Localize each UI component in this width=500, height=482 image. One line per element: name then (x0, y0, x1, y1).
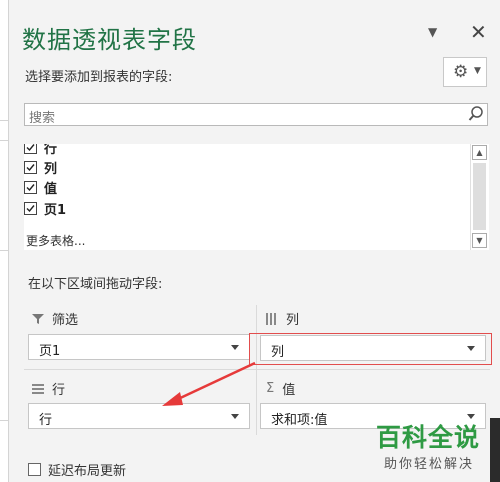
annotation-arrow (162, 361, 256, 406)
values-area-header: Σ 值 (266, 379, 295, 398)
field-checkbox[interactable] (24, 180, 37, 194)
rows-area-header: 行 (32, 379, 65, 398)
field-label: 值 (44, 181, 58, 197)
field-item-row[interactable]: 行 (24, 144, 57, 157)
field-checkbox[interactable] (24, 144, 37, 154)
rows-area-value: 行 (39, 413, 53, 428)
values-area-label: 值 (282, 383, 296, 398)
field-item-page1[interactable]: 页1 (24, 198, 66, 218)
filter-icon (32, 313, 44, 324)
field-item-column[interactable]: 列 (24, 157, 57, 177)
choose-fields-label: 选择要添加到报表的字段: (25, 70, 173, 85)
filter-area-label: 筛选 (52, 313, 79, 328)
columns-area-header: 列 (266, 309, 299, 328)
rows-icon (32, 383, 44, 394)
defer-layout-update[interactable]: 延迟布局更新 (28, 460, 126, 479)
tools-button[interactable]: ⚙ ▼ (443, 57, 487, 87)
watermark-subtitle: 助你轻松解决 (384, 457, 475, 472)
columns-icon (266, 312, 276, 325)
field-label: 列 (44, 161, 58, 177)
field-item-value[interactable]: 值 (24, 177, 57, 197)
field-list-scrollbar[interactable]: ▲ ▼ (470, 144, 489, 250)
dropdown-arrow-icon[interactable] (231, 345, 239, 350)
gear-icon: ⚙ (453, 62, 469, 82)
watermark: 百科全说 助你轻松解决 (370, 418, 500, 482)
search-placeholder: 搜索 (29, 111, 56, 126)
chevron-down-icon: ▼ (474, 66, 481, 76)
filter-area-value: 页1 (39, 344, 61, 359)
watermark-title: 百科全说 (376, 423, 481, 452)
field-list: 行 列 值 页1 更多表格... (24, 144, 488, 250)
watermark-side-bar (490, 418, 500, 482)
scroll-thumb[interactable] (473, 163, 486, 230)
drag-fields-label: 在以下区域间拖动字段: (28, 277, 163, 292)
worksheet-edge (0, 0, 9, 482)
dropdown-arrow-icon[interactable] (231, 414, 239, 419)
scroll-down-icon[interactable]: ▼ (472, 233, 487, 248)
field-label: 行 (44, 144, 58, 157)
sigma-icon: Σ (266, 381, 275, 396)
search-input[interactable]: 搜索 (24, 103, 488, 126)
field-checkbox[interactable] (24, 201, 37, 215)
filter-area-header: 筛选 (32, 309, 78, 328)
values-area-value: 求和项:值 (271, 413, 328, 428)
highlight-box (249, 333, 492, 365)
defer-label: 延迟布局更新 (48, 464, 127, 479)
defer-checkbox[interactable] (28, 463, 41, 476)
scroll-up-icon[interactable]: ▲ (472, 145, 487, 160)
columns-area-label: 列 (286, 313, 300, 328)
pane-options-dropdown-icon[interactable]: ▼ (428, 25, 437, 39)
close-icon[interactable]: ✕ (470, 20, 487, 44)
filter-area-dropdown[interactable]: 页1 (28, 334, 250, 360)
pane-title: 数据透视表字段 (22, 26, 197, 54)
field-label: 页1 (44, 202, 67, 218)
field-checkbox[interactable] (24, 160, 37, 174)
search-icon[interactable] (467, 105, 485, 123)
rows-area-label: 行 (52, 383, 66, 398)
more-tables-link[interactable]: 更多表格... (26, 232, 85, 249)
